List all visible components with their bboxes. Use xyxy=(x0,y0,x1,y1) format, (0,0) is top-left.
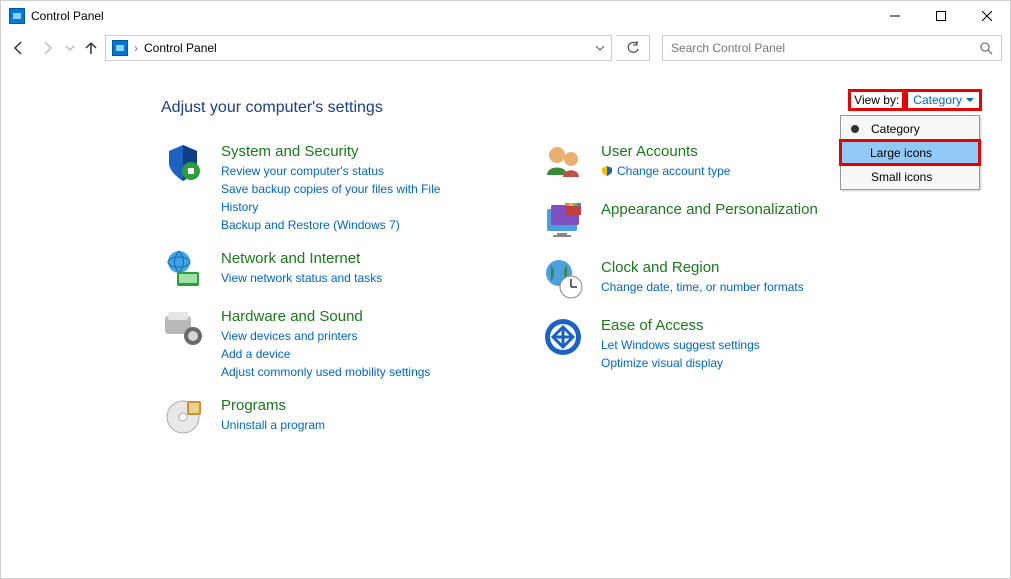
recent-locations-button[interactable] xyxy=(63,36,77,60)
system-security-icon xyxy=(161,141,205,185)
category-link[interactable]: Let Windows suggest settings xyxy=(601,336,760,354)
category-title[interactable]: Clock and Region xyxy=(601,259,804,276)
hardware-sound-icon xyxy=(161,306,205,350)
shield-icon xyxy=(601,165,613,177)
category-link[interactable]: Save backup copies of your files with Fi… xyxy=(221,180,481,216)
category-hardware-sound: Hardware and Sound View devices and prin… xyxy=(161,306,481,381)
network-internet-icon xyxy=(161,248,205,292)
forward-button[interactable] xyxy=(35,36,59,60)
clock-region-icon xyxy=(541,257,585,301)
address-dropdown-icon[interactable] xyxy=(595,43,605,53)
view-by-row: View by: Category xyxy=(850,91,980,109)
category-title[interactable]: Hardware and Sound xyxy=(221,308,430,325)
category-link[interactable]: Change date, time, or number formats xyxy=(601,278,804,296)
search-placeholder: Search Control Panel xyxy=(671,41,979,55)
category-clock-region: Clock and Region Change date, time, or n… xyxy=(541,257,861,301)
menu-item-label: Category xyxy=(871,122,920,136)
category-title[interactable]: System and Security xyxy=(221,143,481,160)
category-link[interactable]: Review your computer's status xyxy=(221,162,481,180)
app-icon xyxy=(9,8,25,24)
category-link[interactable]: View devices and printers xyxy=(221,327,430,345)
window-title: Control Panel xyxy=(31,9,104,23)
back-button[interactable] xyxy=(7,36,31,60)
right-column: User Accounts Change account type Appear… xyxy=(541,141,861,453)
category-title[interactable]: Appearance and Personalization xyxy=(601,201,818,218)
navbar: › Control Panel Search Control Panel xyxy=(1,31,1010,65)
address-location[interactable]: Control Panel xyxy=(144,41,217,55)
menu-item-small-icons[interactable]: Small icons xyxy=(841,164,979,189)
category-link[interactable]: Add a device xyxy=(221,345,430,363)
category-link[interactable]: Optimize visual display xyxy=(601,354,760,372)
radio-bullet-icon xyxy=(851,125,859,133)
category-network-internet: Network and Internet View network status… xyxy=(161,248,481,292)
close-button[interactable] xyxy=(964,1,1010,31)
content-area: Adjust your computer's settings View by:… xyxy=(1,65,1010,453)
category-appearance: Appearance and Personalization xyxy=(541,199,861,243)
view-by-value: Category xyxy=(913,93,962,107)
view-by-menu: Category Large icons Small icons xyxy=(840,115,980,190)
user-accounts-icon xyxy=(541,141,585,185)
search-icon xyxy=(979,41,993,55)
category-ease-of-access: Ease of Access Let Windows suggest setti… xyxy=(541,315,861,372)
ease-of-access-icon xyxy=(541,315,585,359)
appearance-icon xyxy=(541,199,585,243)
address-bar[interactable]: › Control Panel xyxy=(105,35,612,61)
control-panel-window: Control Panel › Control Panel xyxy=(0,0,1011,579)
category-link[interactable]: Change account type xyxy=(601,162,730,180)
titlebar: Control Panel xyxy=(1,1,1010,31)
category-title[interactable]: Ease of Access xyxy=(601,317,760,334)
maximize-button[interactable] xyxy=(918,1,964,31)
category-system-security: System and Security Review your computer… xyxy=(161,141,481,234)
menu-item-label: Small icons xyxy=(871,170,932,184)
view-by-label: View by: xyxy=(850,91,903,109)
up-button[interactable] xyxy=(81,36,101,60)
control-panel-icon xyxy=(112,40,128,56)
category-link[interactable]: Adjust commonly used mobility settings xyxy=(221,363,430,381)
category-user-accounts: User Accounts Change account type xyxy=(541,141,861,185)
category-link[interactable]: View network status and tasks xyxy=(221,269,382,287)
menu-item-label: Large icons xyxy=(870,146,932,160)
menu-item-large-icons[interactable]: Large icons xyxy=(840,140,980,165)
category-title[interactable]: Network and Internet xyxy=(221,250,382,267)
programs-icon xyxy=(161,395,205,439)
category-link[interactable]: Uninstall a program xyxy=(221,416,325,434)
category-link[interactable]: Backup and Restore (Windows 7) xyxy=(221,216,481,234)
minimize-button[interactable] xyxy=(872,1,918,31)
chevron-down-icon xyxy=(966,96,974,104)
view-by-dropdown[interactable]: Category xyxy=(907,91,980,109)
category-title[interactable]: Programs xyxy=(221,397,325,414)
left-column: System and Security Review your computer… xyxy=(161,141,481,453)
category-programs: Programs Uninstall a program xyxy=(161,395,481,439)
chevron-right-icon[interactable]: › xyxy=(134,41,138,55)
menu-item-category[interactable]: Category xyxy=(841,116,979,141)
search-box[interactable]: Search Control Panel xyxy=(662,35,1002,61)
refresh-button[interactable] xyxy=(616,35,650,61)
category-title[interactable]: User Accounts xyxy=(601,143,730,160)
